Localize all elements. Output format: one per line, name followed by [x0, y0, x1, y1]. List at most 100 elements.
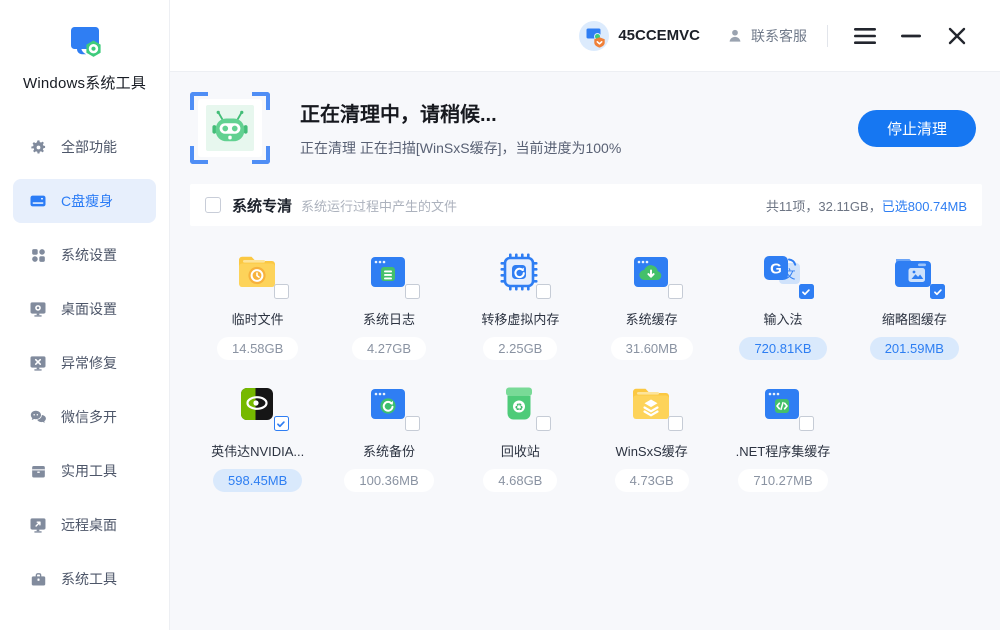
folder-image-icon — [889, 248, 939, 296]
item-label: 回收站 — [501, 441, 540, 460]
scan-robot-icon — [190, 92, 270, 164]
user-avatar-icon — [579, 21, 609, 51]
item-checkbox[interactable] — [274, 416, 289, 431]
sidebar-item-label: 全部功能 — [61, 137, 117, 157]
progress-title: 正在清理中，请稍候... — [300, 98, 858, 127]
app-window: Windows系统工具 全部功能 C盘瘦身系统设置桌面设置异常修复微信多开实用工具… — [0, 0, 1000, 630]
item-size-badge: 31.60MB — [611, 337, 693, 360]
grid-icon — [28, 245, 48, 265]
toolbox-icon — [28, 461, 48, 481]
robot-icon — [209, 109, 251, 147]
item-label: 系统日志 — [363, 309, 415, 328]
chat-icon — [28, 407, 48, 427]
sidebar-item-briefcase[interactable]: 系统工具 — [13, 557, 156, 601]
cleanup-items-grid: 临时文件 14.58GB 系统日志 4.27GB 转移虚拟内存2.25GB 系统缓存… — [190, 226, 982, 496]
item-checkbox[interactable] — [668, 284, 683, 299]
drive-icon — [28, 191, 48, 211]
sidebar-item-monitor-repair[interactable]: 异常修复 — [13, 341, 156, 385]
item-label: 转移虚拟内存 — [481, 309, 559, 328]
sidebar-item-chat[interactable]: 微信多开 — [13, 395, 156, 439]
item-size-badge: 4.68GB — [483, 469, 557, 492]
topbar: 45CCEMVC 联系客服 — [170, 0, 1000, 72]
recycle-bin-icon: ♻ — [495, 380, 545, 428]
minimize-button[interactable] — [894, 19, 928, 53]
app-logo: Windows系统工具 — [0, 0, 169, 93]
folder-layers-icon — [627, 380, 677, 428]
item-label: 缩略图缓存 — [882, 309, 947, 328]
contact-support[interactable]: 联系客服 — [726, 26, 807, 46]
sidebar-item-label: 异常修复 — [61, 353, 117, 373]
item-checkbox[interactable] — [668, 416, 683, 431]
item-checkbox[interactable] — [799, 284, 814, 299]
user-account[interactable]: 45CCEMVC — [579, 21, 700, 51]
sidebar-item-label: 实用工具 — [61, 461, 117, 481]
totals-summary: 共11项，32.11GB， — [766, 199, 882, 214]
section-header: 系统专清 系统运行过程中产生的文件 共11项，32.11GB，已选800.74M… — [190, 184, 982, 226]
item-checkbox[interactable] — [536, 416, 551, 431]
item-label: .NET程序集缓存 — [736, 441, 831, 460]
item-size-badge: 100.36MB — [344, 469, 433, 492]
cleanup-item[interactable]: ♻ 回收站 4.68GB — [455, 374, 586, 496]
sidebar-item-label: 桌面设置 — [61, 299, 117, 319]
cleanup-item[interactable]: 系统日志 4.27GB — [323, 242, 454, 364]
close-button[interactable] — [940, 19, 974, 53]
sidebar-item-grid[interactable]: 系统设置 — [13, 233, 156, 277]
cleanup-item[interactable]: WinSxS缓存 4.73GB — [586, 374, 717, 496]
item-checkbox[interactable] — [799, 416, 814, 431]
progress-text: 正在清理中，请稍候... 正在清理 正在扫描[WinSxS缓存]，当前进度为10… — [300, 98, 858, 158]
item-size-badge: 14.58GB — [217, 337, 298, 360]
monitor-gear-icon — [28, 299, 48, 319]
item-size-badge: 4.73GB — [615, 469, 689, 492]
section-totals: 共11项，32.11GB，已选800.74MB — [766, 196, 967, 215]
window-cloud-icon — [627, 248, 677, 296]
content-area: 正在清理中，请稍候... 正在清理 正在扫描[WinSxS缓存]，当前进度为10… — [170, 72, 1000, 630]
cleanup-item[interactable]: 缩略图缓存 201.59MB — [849, 242, 980, 364]
sidebar-item-label: 系统工具 — [61, 569, 117, 589]
svg-text:♻: ♻ — [515, 403, 524, 414]
sidebar-item-toolbox[interactable]: 实用工具 — [13, 449, 156, 493]
item-size-badge: 4.27GB — [352, 337, 426, 360]
cleanup-item[interactable]: 临时文件 14.58GB — [192, 242, 323, 364]
stop-cleaning-button[interactable]: 停止清理 — [858, 110, 976, 147]
item-label: 系统备份 — [363, 441, 415, 460]
window-sync-icon — [364, 380, 414, 428]
cleanup-item[interactable]: 系统缓存31.60MB — [586, 242, 717, 364]
sidebar-item-monitor-gear[interactable]: 桌面设置 — [13, 287, 156, 331]
cleanup-item[interactable]: .NET程序集缓存 710.27MB — [717, 374, 848, 496]
window-list-icon — [364, 248, 414, 296]
section-checkbox[interactable] — [205, 197, 221, 213]
item-label: 临时文件 — [232, 309, 284, 328]
main-area: 45CCEMVC 联系客服 — [170, 0, 1000, 630]
app-logo-icon — [64, 24, 106, 64]
sidebar-item-gear[interactable]: 全部功能 — [13, 125, 156, 169]
item-label: 英伟达NVIDIA... — [211, 441, 304, 460]
chip-icon — [495, 248, 545, 296]
item-checkbox[interactable] — [536, 284, 551, 299]
close-icon — [948, 27, 966, 45]
gear-icon — [28, 137, 48, 157]
cleanup-item[interactable]: 英伟达NVIDIA... 598.45MB — [192, 374, 323, 496]
item-size-badge: 598.45MB — [213, 469, 302, 492]
item-size-badge: 201.59MB — [870, 337, 959, 360]
item-checkbox[interactable] — [405, 416, 420, 431]
minimize-icon — [901, 34, 921, 38]
cleanup-item[interactable]: 转移虚拟内存2.25GB — [455, 242, 586, 364]
sidebar-item-monitor-arrow[interactable]: 远程桌面 — [13, 503, 156, 547]
item-checkbox[interactable] — [274, 284, 289, 299]
section-description: 系统运行过程中产生的文件 — [301, 196, 457, 215]
cleanup-item[interactable]: 文 G 输入法720.81KB — [717, 242, 848, 364]
briefcase-icon — [28, 569, 48, 589]
item-checkbox[interactable] — [405, 284, 420, 299]
item-size-badge: 710.27MB — [738, 469, 827, 492]
sidebar-item-drive[interactable]: C盘瘦身 — [13, 179, 156, 223]
sidebar-item-label: 系统设置 — [61, 245, 117, 265]
sidebar: Windows系统工具 全部功能 C盘瘦身系统设置桌面设置异常修复微信多开实用工具… — [0, 0, 170, 630]
item-label: WinSxS缓存 — [616, 441, 688, 460]
item-checkbox[interactable] — [930, 284, 945, 299]
folder-clock-icon — [233, 248, 283, 296]
hamburger-icon — [853, 27, 877, 45]
cleanup-item[interactable]: 系统备份 100.36MB — [323, 374, 454, 496]
item-size-badge: 720.81KB — [739, 337, 826, 360]
sidebar-nav: 全部功能 C盘瘦身系统设置桌面设置异常修复微信多开实用工具远程桌面系统工具 — [0, 125, 169, 601]
menu-button[interactable] — [848, 19, 882, 53]
